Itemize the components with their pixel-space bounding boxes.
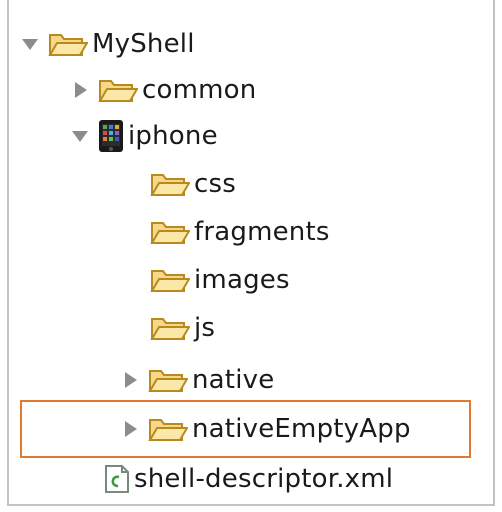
- folder-open-icon: [48, 34, 88, 56]
- tree-item-label: js: [194, 313, 216, 343]
- twisty-collapsed-icon[interactable]: [70, 79, 90, 101]
- tree-item-native[interactable]: native: [120, 356, 274, 404]
- tree-item-images[interactable]: images: [150, 256, 290, 304]
- tree-item-js[interactable]: js: [150, 304, 215, 352]
- tree-item-iphone[interactable]: iphone: [70, 112, 218, 160]
- folder-open-icon: [150, 318, 190, 340]
- tree-item-label: shell-descriptor.xml: [134, 464, 394, 494]
- twisty-collapsed-icon[interactable]: [120, 369, 140, 391]
- twisty-collapsed-icon[interactable]: [120, 418, 140, 440]
- tree-item-label: MyShell: [92, 29, 195, 59]
- folder-open-icon: [150, 174, 190, 196]
- tree-item-label: fragments: [194, 217, 330, 247]
- tree-item-label: common: [142, 75, 257, 105]
- folder-open-icon: [148, 419, 188, 441]
- folder-open-icon: [148, 370, 188, 392]
- tree-item-label: images: [194, 265, 290, 295]
- xml-file-icon: [105, 465, 129, 493]
- tree-item-label: native: [192, 365, 275, 395]
- folder-open-icon: [98, 80, 138, 102]
- folder-open-icon: [150, 222, 190, 244]
- tree-item-shell-descriptor[interactable]: shell-descriptor.xml: [104, 455, 393, 503]
- tree-item-fragments[interactable]: fragments: [150, 208, 330, 256]
- tree-item-label: css: [194, 169, 236, 199]
- twisty-expanded-icon[interactable]: [70, 125, 90, 147]
- tree-item-css[interactable]: css: [150, 160, 236, 208]
- tree-item-myshell[interactable]: MyShell: [20, 20, 195, 68]
- iphone-icon: [99, 120, 123, 152]
- tree-item-common[interactable]: common: [70, 66, 256, 114]
- twisty-expanded-icon[interactable]: [20, 33, 40, 55]
- tree-item-nativeemptyapp[interactable]: nativeEmptyApp: [120, 405, 411, 453]
- folder-open-icon: [150, 270, 190, 292]
- tree-item-label: iphone: [128, 121, 218, 151]
- tree-item-label: nativeEmptyApp: [192, 414, 411, 444]
